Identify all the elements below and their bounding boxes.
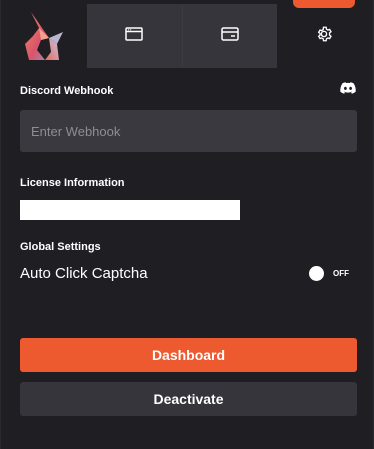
active-indicator — [293, 0, 355, 8]
discord-button[interactable] — [339, 82, 357, 100]
tab-tasks[interactable] — [87, 4, 182, 68]
credit-card-icon — [221, 26, 239, 46]
gear-icon — [315, 25, 333, 48]
dashboard-button[interactable]: Dashboard — [20, 338, 357, 372]
global-settings-label: Global Settings — [20, 241, 101, 253]
webhook-label: Discord Webhook — [20, 85, 114, 97]
toggle-knob — [309, 265, 324, 281]
fox-mascot-logo[interactable] — [19, 10, 69, 62]
settings-button[interactable] — [303, 20, 345, 52]
discord-icon — [340, 82, 356, 100]
tab-profiles[interactable] — [181, 4, 278, 68]
auto-click-captcha-toggle[interactable]: OFF — [309, 265, 355, 281]
nav-tabs — [87, 4, 277, 68]
browser-window-icon — [125, 26, 143, 46]
deactivate-button[interactable]: Deactivate — [20, 382, 357, 416]
license-label: License Information — [20, 177, 125, 189]
toggle-state: OFF — [333, 268, 349, 278]
webhook-input[interactable] — [20, 110, 357, 152]
extension-popup: Discord Webhook License Information Glob… — [0, 0, 374, 449]
license-value — [20, 200, 240, 220]
top-nav — [1, 0, 374, 68]
auto-click-captcha-label: Auto Click Captcha — [20, 265, 148, 282]
